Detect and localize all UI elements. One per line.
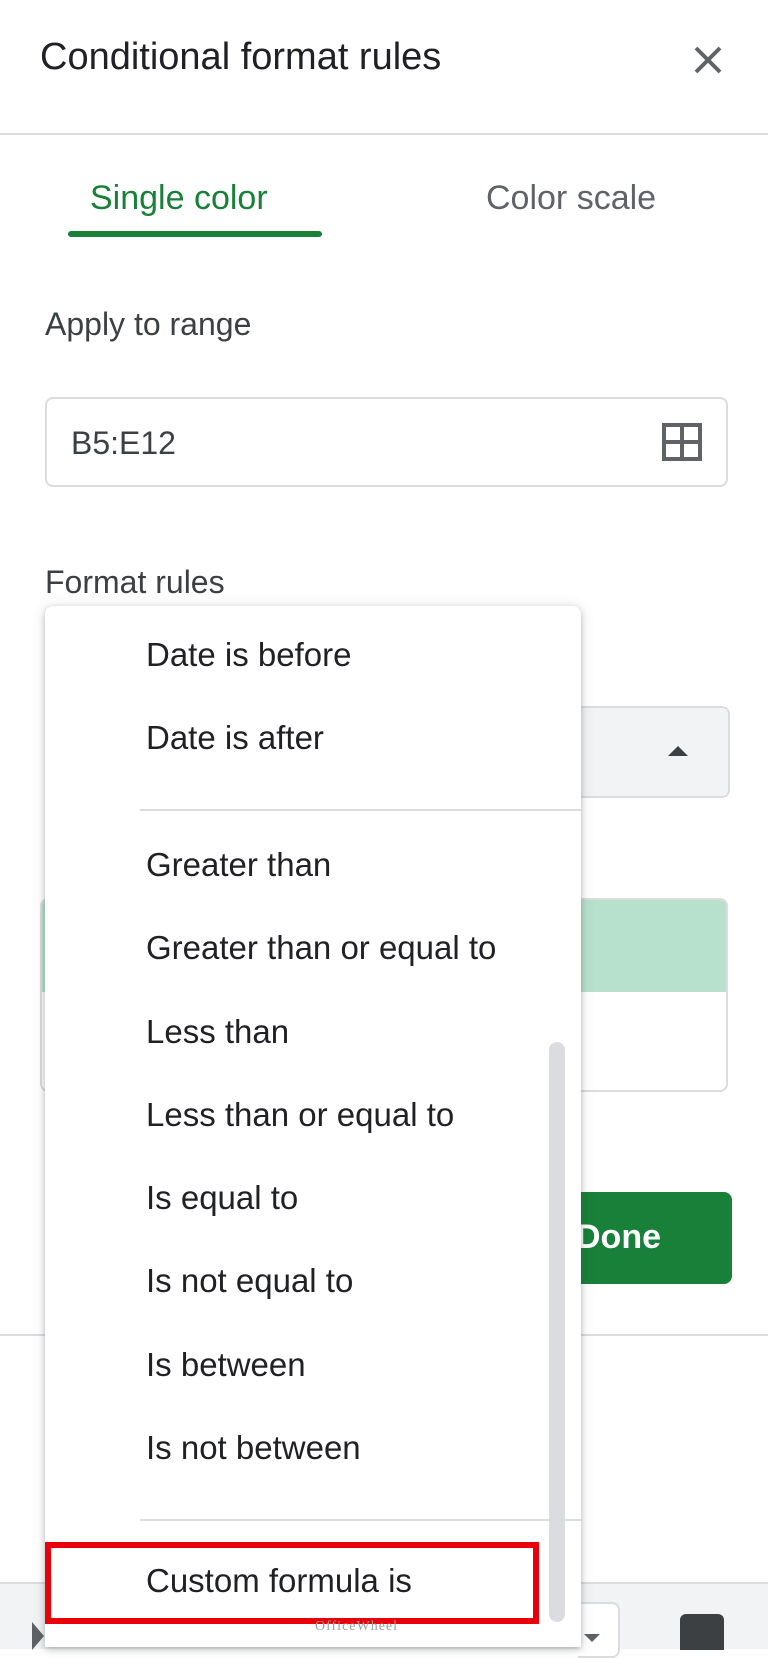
condition-dropdown[interactable] xyxy=(560,706,730,798)
menu-item[interactable]: Date is after xyxy=(45,701,581,773)
active-tab-indicator xyxy=(68,231,322,237)
tab-color-scale[interactable]: Color scale xyxy=(486,179,656,218)
menu-item[interactable]: Less than xyxy=(45,995,581,1067)
menu-item[interactable]: Greater than or equal to xyxy=(45,911,581,983)
caret-up-icon xyxy=(668,746,688,756)
play-arrow-icon[interactable] xyxy=(32,1622,44,1650)
watermark: OfficeWheel xyxy=(315,1619,399,1634)
grid-select-icon[interactable] xyxy=(662,423,702,461)
bottom-dropdown[interactable] xyxy=(578,1602,620,1658)
close-icon[interactable] xyxy=(680,32,736,88)
tab-single-color[interactable]: Single color xyxy=(90,179,268,218)
chevron-down-icon xyxy=(584,1634,600,1642)
panel-header: Conditional format rules xyxy=(0,0,768,135)
menu-item[interactable]: Less than or equal to xyxy=(45,1078,581,1150)
menu-item[interactable]: Is equal to xyxy=(45,1161,581,1233)
range-input[interactable]: B5:E12 xyxy=(45,397,728,487)
range-value[interactable]: B5:E12 xyxy=(71,425,176,462)
explore-icon[interactable] xyxy=(680,1614,724,1650)
menu-item[interactable]: Date is before xyxy=(45,618,581,690)
menu-divider xyxy=(140,809,581,811)
menu-item[interactable]: Is not equal to xyxy=(45,1244,581,1316)
menu-item[interactable]: Is between xyxy=(45,1328,581,1400)
menu-item-custom-formula[interactable]: Custom formula is xyxy=(45,1542,581,1624)
menu-divider xyxy=(140,1519,581,1521)
menu-item[interactable]: Greater than xyxy=(45,828,581,900)
format-rules-label: Format rules xyxy=(45,564,225,600)
menu-item[interactable]: Is not between xyxy=(45,1411,581,1483)
condition-menu: Date is before Date is after Greater tha… xyxy=(45,606,581,1647)
panel-title: Conditional format rules xyxy=(40,36,442,78)
apply-to-range-label: Apply to range xyxy=(45,306,252,342)
tab-bar: Single color Color scale xyxy=(0,135,768,245)
menu-scrollbar[interactable] xyxy=(549,1042,565,1622)
done-button-label: Done xyxy=(576,1218,661,1256)
